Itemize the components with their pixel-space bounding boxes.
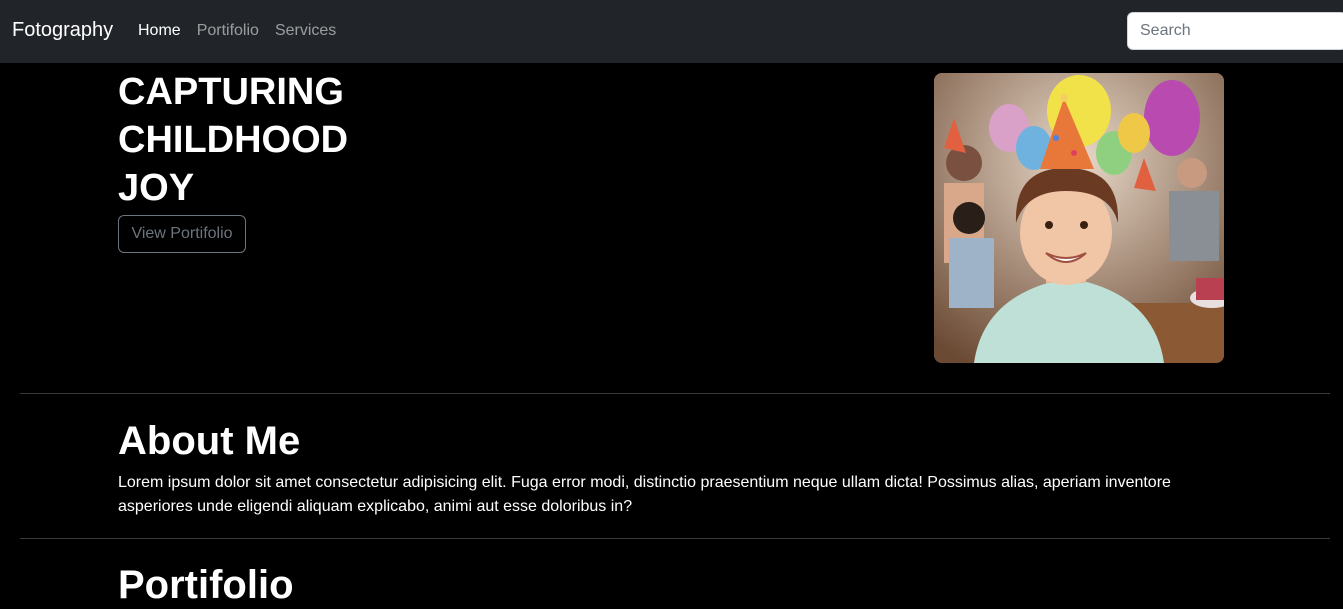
portfolio-title: Portifolio [118, 563, 294, 607]
navbar: Fotography Home Portifolio Services [0, 0, 1343, 63]
nav-link-services[interactable]: Services [275, 22, 336, 40]
about-text: Lorem ipsum dolor sit amet consectetur a… [118, 474, 1171, 515]
hero-title-line: CHILDHOOD [118, 119, 349, 161]
section-divider [20, 393, 1330, 394]
view-portfolio-button[interactable]: View Portifolio [118, 215, 246, 253]
hero-title: CAPTURING CHILDHOOD JOY [118, 68, 418, 212]
about-title: About Me [118, 419, 301, 463]
nav-link-home[interactable]: Home [138, 22, 181, 40]
child-birthday-party-photo-icon [934, 73, 1224, 363]
hero-title-line: CAPTURING [118, 71, 344, 113]
hero-photo [934, 73, 1224, 363]
section-divider [20, 538, 1330, 539]
hero-title-line: JOY [118, 167, 195, 209]
nav-links: Home Portifolio Services [138, 22, 352, 40]
brand-logo[interactable]: Fotography [12, 19, 113, 42]
search-input[interactable] [1127, 12, 1343, 50]
nav-link-portfolio[interactable]: Portifolio [197, 22, 259, 40]
